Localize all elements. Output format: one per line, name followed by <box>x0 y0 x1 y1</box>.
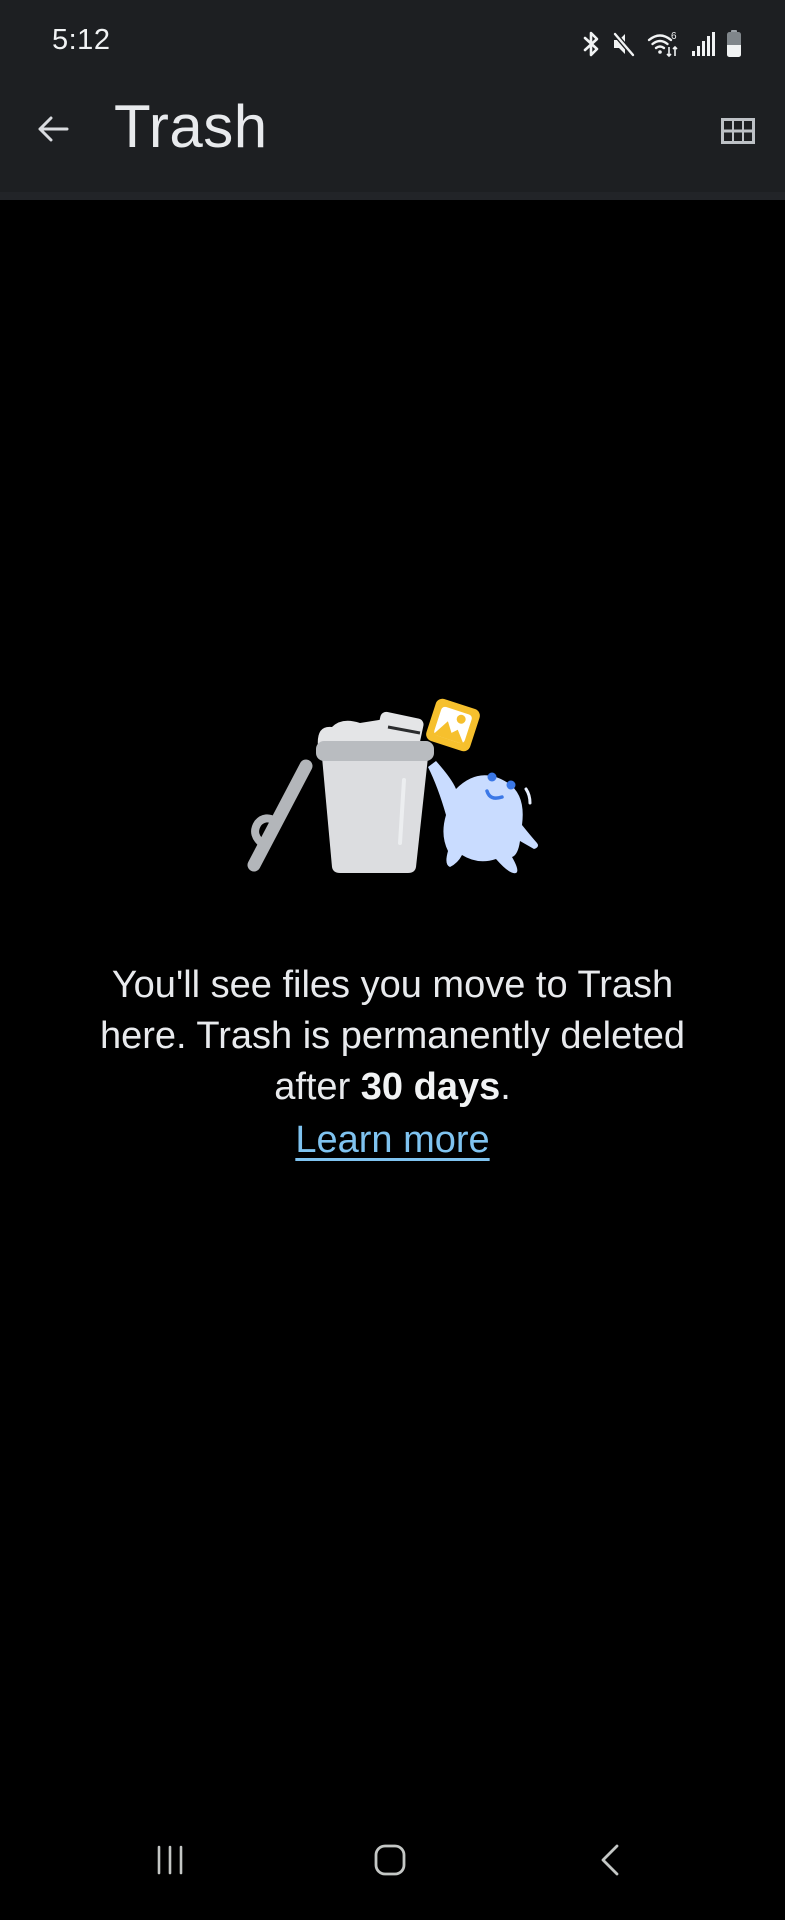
arrow-back-icon <box>38 116 69 142</box>
system-nav-bar <box>0 1800 785 1920</box>
recents-icon <box>157 1845 183 1875</box>
bluetooth-icon <box>583 31 599 57</box>
empty-state-message: You'll see files you move to Trash here.… <box>90 960 695 1166</box>
back-button[interactable] <box>30 106 76 152</box>
wifi-6-icon: 6 <box>647 31 678 58</box>
trash-lid <box>247 759 313 872</box>
battery-icon <box>727 30 741 57</box>
home-button[interactable] <box>350 1830 430 1890</box>
learn-more-link[interactable]: Learn more <box>295 1115 489 1166</box>
mute-icon <box>613 32 635 57</box>
grid-view-icon <box>721 118 755 144</box>
ghost-character <box>428 761 538 874</box>
svg-text:6: 6 <box>671 31 677 42</box>
system-back-button[interactable] <box>570 1830 650 1890</box>
retention-period: 30 days <box>360 1066 501 1108</box>
signal-icon <box>692 32 715 56</box>
empty-trash-illustration <box>247 698 538 874</box>
photo-icon-tile <box>426 698 480 752</box>
trash-can-body <box>322 757 428 873</box>
app-bar-divider <box>0 192 785 200</box>
recents-button[interactable] <box>130 1830 210 1890</box>
status-icons: 6 <box>581 28 743 60</box>
message-end: . <box>500 1066 511 1108</box>
home-icon <box>374 1844 406 1876</box>
page-title: Trash <box>114 93 268 160</box>
trash-can-rim <box>316 741 434 761</box>
back-icon <box>601 1844 619 1876</box>
status-time: 5:12 <box>52 24 111 56</box>
app-bar: 5:12 6 Trash <box>0 0 785 200</box>
grid-view-button[interactable] <box>715 108 761 154</box>
